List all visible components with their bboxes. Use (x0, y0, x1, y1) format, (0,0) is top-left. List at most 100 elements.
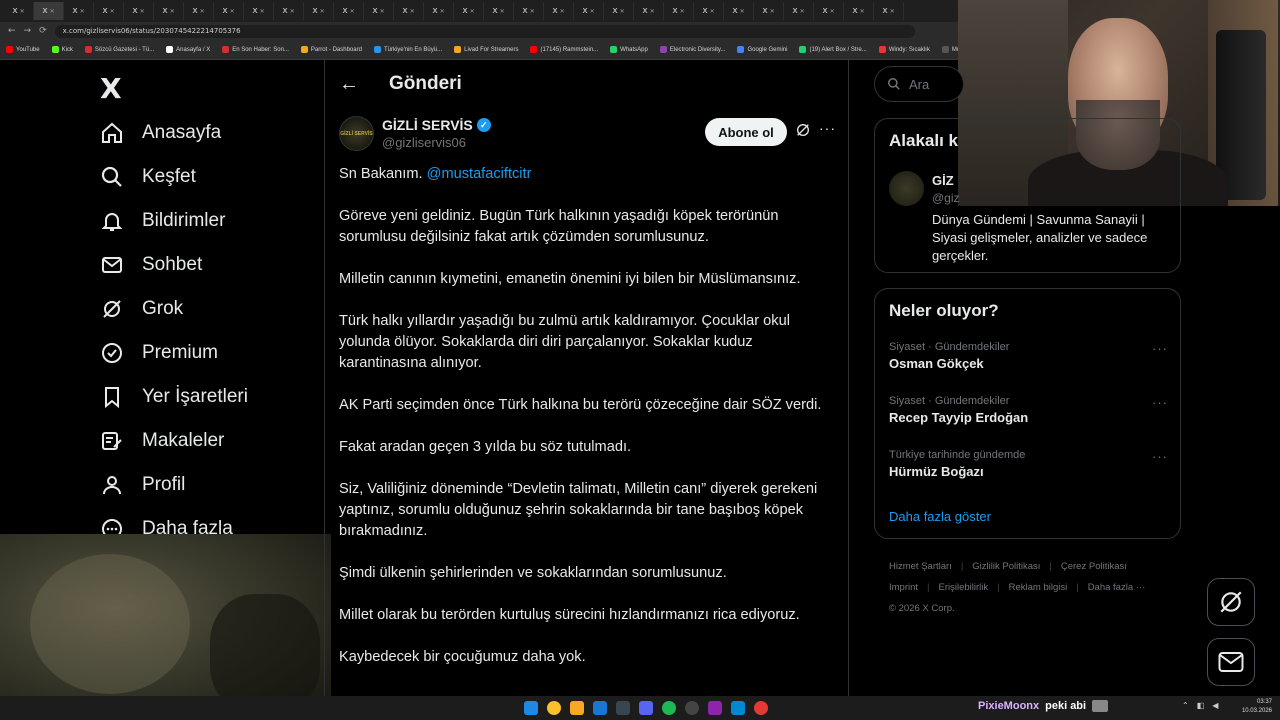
reload-icon[interactable]: ⟳ (39, 26, 47, 36)
trend-item[interactable]: Siyaset · Gündemdekiler Recep Tayyip Erdo… (889, 395, 1174, 425)
nav-item-search[interactable]: Keşfet (100, 157, 196, 197)
trend-item[interactable]: Siyaset · Gündemdekiler Osman Gökçek ··· (889, 341, 1174, 371)
nav-item-home[interactable]: Anasayfa (100, 113, 221, 153)
spotify-icon[interactable] (662, 701, 676, 715)
browser-tab[interactable]: x ✕ (724, 2, 754, 20)
browser-tab[interactable]: x ✕ (844, 2, 874, 20)
forward-icon[interactable]: → (24, 26, 32, 36)
obs-icon[interactable] (685, 701, 699, 715)
bookmark-item[interactable]: Multi TV - 6 haber (941, 46, 958, 53)
browser-tab[interactable]: x ✕ (754, 2, 784, 20)
browser-tab[interactable]: x ✕ (874, 2, 904, 20)
related-name[interactable]: GİZ (932, 173, 954, 188)
bookmark-item[interactable]: WhatsApp (610, 46, 648, 53)
browser-tab[interactable]: x ✕ (274, 2, 304, 20)
browser-tab[interactable]: x ✕ (574, 2, 604, 20)
app-icon[interactable] (754, 701, 768, 715)
bookmark-item[interactable]: Sözcü Gazetesi - Tü... (84, 46, 154, 53)
nav-item-bell[interactable]: Bildirimler (100, 201, 225, 241)
footer-link[interactable]: Hizmet Şartları (889, 561, 952, 572)
browser-tab[interactable]: x ✕ (514, 2, 544, 20)
footer-link[interactable]: Gizlilik Politikası (972, 561, 1040, 572)
browser-tab[interactable]: x ✕ (604, 2, 634, 20)
browser-tab[interactable]: x ✕ (424, 2, 454, 20)
subscribe-button[interactable]: Abone ol (705, 118, 787, 146)
grok-fab-button[interactable] (1207, 578, 1255, 626)
nav-item-articles[interactable]: Makaleler (100, 421, 224, 461)
messages-fab-button[interactable] (1207, 638, 1255, 686)
nav-item-profile[interactable]: Profil (100, 465, 185, 505)
browser-tab[interactable]: x ✕ (214, 2, 244, 20)
browser-tab[interactable]: x ✕ (34, 2, 64, 20)
browser-tab[interactable]: x ✕ (664, 2, 694, 20)
steam-icon[interactable] (616, 701, 630, 715)
bookmark-item[interactable]: Google Gemini (737, 46, 787, 53)
taskbar-clock[interactable]: 03:37 10.03.2026 (1236, 698, 1272, 716)
avatar[interactable]: GİZLİ SERVİS (339, 116, 374, 151)
system-tray[interactable]: ⌃ ◧ ◀ (1182, 701, 1218, 710)
browser-tab[interactable]: x ✕ (814, 2, 844, 20)
footer-link[interactable]: Daha fazla ··· (1088, 582, 1146, 593)
mention-link[interactable]: @mustafaciftcitr (427, 166, 532, 182)
app-icon[interactable] (708, 701, 722, 715)
windows-start-icon[interactable] (524, 701, 538, 715)
browser-tab[interactable]: x ✕ (394, 2, 424, 20)
nav-item-grok[interactable]: Grok (100, 289, 183, 329)
footer-link[interactable]: Erişilebilirlik (939, 582, 989, 593)
show-more-link[interactable]: Daha fazla göster (889, 509, 991, 524)
related-handle[interactable]: @giz (932, 191, 960, 205)
back-arrow-icon[interactable]: ← (339, 73, 359, 96)
browser-tab[interactable]: x ✕ (94, 2, 124, 20)
browser-tab[interactable]: x ✕ (484, 2, 514, 20)
discord-icon[interactable] (639, 701, 653, 715)
bookmark-item[interactable]: (17145) Rammstein... (530, 46, 598, 53)
bookmark-item[interactable]: (19) Alert Box / Stre... (799, 46, 867, 53)
browser-tab[interactable]: x ✕ (4, 2, 34, 20)
browser-tab[interactable]: x ✕ (334, 2, 364, 20)
browser-tab[interactable]: x ✕ (154, 2, 184, 20)
bookmark-item[interactable]: Parrot - Dashboard (300, 46, 362, 53)
avatar[interactable] (889, 171, 924, 206)
author-name[interactable]: GİZLİ SERVİS (382, 117, 473, 133)
url-input[interactable]: x.com/gizliservis06/status/2030745422214… (54, 24, 915, 38)
folder-icon[interactable] (570, 701, 584, 715)
bookmark-item[interactable]: YouTube (6, 46, 40, 53)
browser-tab[interactable]: x ✕ (454, 2, 484, 20)
footer-link[interactable]: Çerez Politikası (1061, 561, 1127, 572)
nav-item-premium[interactable]: Premium (100, 333, 218, 373)
more-options-icon[interactable]: ··· (1152, 341, 1168, 356)
browser-tab[interactable]: x ✕ (544, 2, 574, 20)
browser-tab[interactable]: x ✕ (694, 2, 724, 20)
nav-item-bookmark[interactable]: Yer İşaretleri (100, 377, 248, 417)
grok-icon[interactable] (795, 122, 811, 143)
footer-link[interactable]: Imprint (889, 582, 918, 593)
nav-item-mail[interactable]: Sohbet (100, 245, 202, 285)
back-icon[interactable]: ← (8, 26, 16, 36)
bookmark-item[interactable]: Anasayfa / X (166, 46, 210, 53)
app-icon[interactable] (593, 701, 607, 715)
browser-tab[interactable]: x ✕ (784, 2, 814, 20)
browser-tab[interactable]: x ✕ (244, 2, 274, 20)
browser-tab[interactable]: x ✕ (364, 2, 394, 20)
browser-tab[interactable]: x ✕ (304, 2, 334, 20)
bookmark-item[interactable]: Electronic Diversity... (659, 46, 725, 53)
nav-item-more[interactable]: Daha fazla (100, 509, 233, 534)
bookmark-item[interactable]: Windy: Sıcaklık (878, 46, 930, 53)
more-options-icon[interactable]: ··· (1152, 395, 1168, 410)
trend-item[interactable]: Türkiye tarihinde gündemde Hürmüz Boğazı ·… (889, 449, 1174, 479)
app-icon[interactable] (731, 701, 745, 715)
bookmark-item[interactable]: En Son Haber: Son... (222, 46, 289, 53)
browser-tab[interactable]: x ✕ (184, 2, 214, 20)
browser-tab[interactable]: x ✕ (634, 2, 664, 20)
chrome-icon[interactable] (547, 701, 561, 715)
x-logo-icon[interactable]: X (100, 72, 122, 105)
more-options-icon[interactable]: ··· (819, 120, 836, 136)
bookmark-item[interactable]: Kick (51, 46, 73, 53)
search-input[interactable]: Ara (874, 66, 964, 102)
browser-tab[interactable]: x ✕ (64, 2, 94, 20)
more-options-icon[interactable]: ··· (1152, 449, 1168, 464)
bookmark-item[interactable]: Türkiye'nin En Büyü... (373, 46, 442, 53)
browser-tab[interactable]: x ✕ (124, 2, 154, 20)
author-handle[interactable]: @gizliservis06 (382, 135, 491, 150)
bookmark-item[interactable]: Livad For Streamers (454, 46, 518, 53)
